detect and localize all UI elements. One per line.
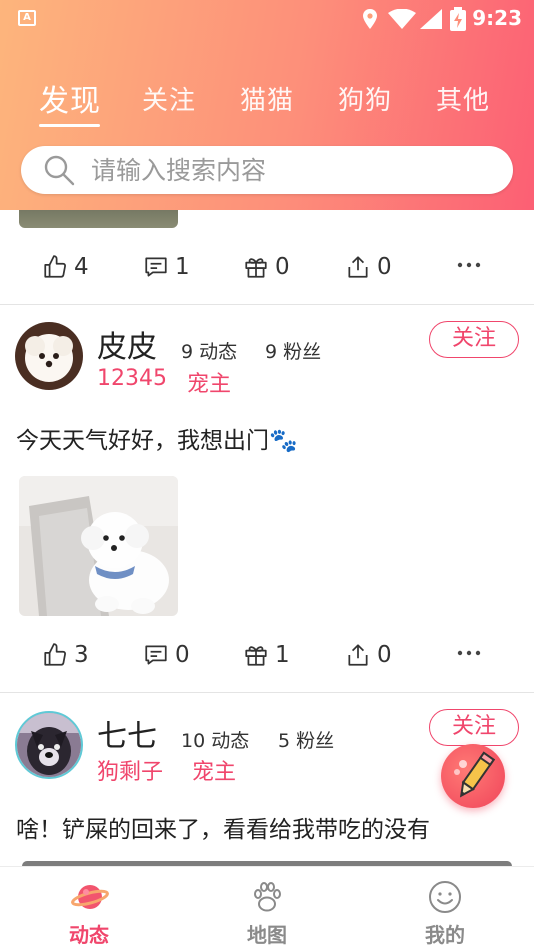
post-divider [0, 692, 534, 693]
nav-label: 动态 [69, 923, 109, 947]
comment-icon [145, 257, 167, 277]
user-name[interactable]: 七七 [97, 711, 157, 755]
wifi-icon [388, 9, 416, 29]
role-tag: 宠主 [192, 760, 237, 785]
share-count: 0 [377, 254, 392, 280]
location-icon [363, 9, 377, 29]
gift-count: 1 [275, 642, 290, 668]
comment-button[interactable]: 0 [143, 635, 190, 675]
like-button[interactable]: 3 [42, 635, 89, 675]
like-count: 4 [74, 254, 89, 280]
signal-icon [420, 9, 442, 29]
gift-icon [245, 258, 267, 278]
smiley-icon [429, 881, 461, 913]
more-dots-icon[interactable] [456, 643, 482, 663]
search-input[interactable] [91, 152, 491, 188]
category-tabs: 发现 关注 猫猫 狗狗 其他 [0, 72, 534, 132]
status-time: 9:23 [472, 6, 522, 30]
posts-stat: 9 动态 [181, 337, 237, 364]
gift-button[interactable]: 1 [243, 635, 290, 675]
thumbs-up-icon [44, 255, 66, 278]
gift-icon [245, 646, 267, 666]
user-tag: 狗剩子 [97, 760, 164, 785]
role-tag: 宠主 [187, 372, 232, 397]
tab-follow[interactable]: 关注 [142, 80, 196, 117]
tab-others[interactable]: 其他 [436, 80, 490, 117]
posts-stat: 10 动态 [181, 726, 249, 753]
posts-count: 9 [181, 341, 194, 363]
paw-icon [254, 882, 281, 912]
nav-item-map[interactable]: 地图 [207, 867, 327, 950]
post-actions: 3 0 1 0 [0, 635, 534, 675]
app-screen: 4 1 0 0 皮皮 9 动态 9 粉丝 12345 宠主 关注 今天天气好好，… [0, 0, 534, 950]
avatar[interactable] [15, 711, 83, 779]
share-icon [348, 644, 368, 666]
like-count: 3 [74, 642, 89, 668]
comment-button[interactable]: 1 [143, 247, 190, 287]
post-text: 啥！铲屎的回来了，看看给我带吃的没有 [16, 817, 430, 843]
planet-icon [71, 885, 109, 909]
status-bar: A 9:23 [0, 0, 534, 38]
follow-button[interactable]: 关注 [429, 709, 519, 746]
gift-count: 0 [275, 254, 290, 280]
thumbs-up-icon [44, 643, 66, 666]
create-post-button[interactable] [441, 744, 505, 808]
like-button[interactable]: 4 [42, 247, 89, 287]
comment-count: 0 [175, 642, 190, 668]
share-button[interactable]: 0 [345, 635, 392, 675]
avatar[interactable] [15, 322, 83, 390]
post-image[interactable] [19, 476, 178, 616]
fans-stat: 5 粉丝 [278, 726, 334, 753]
battery-charging-icon [450, 7, 466, 31]
post-text: 今天天气好好，我想出门🐾 [16, 428, 298, 454]
app-notification-icon: A [18, 10, 36, 26]
comment-count: 1 [175, 254, 190, 280]
search-bar[interactable] [21, 146, 513, 194]
search-icon [44, 155, 75, 186]
user-tag: 12345 [97, 366, 167, 391]
share-button[interactable]: 0 [345, 247, 392, 287]
active-tab-indicator [39, 124, 100, 127]
header: A 9:23 发现 关注 猫猫 狗狗 其他 [0, 0, 534, 210]
tab-dogs[interactable]: 狗狗 [338, 80, 392, 117]
nav-item-feed[interactable]: 动态 [29, 867, 149, 950]
follow-button[interactable]: 关注 [429, 321, 519, 358]
tab-discover[interactable]: 发现 [39, 76, 101, 120]
nav-label: 我的 [425, 923, 465, 947]
posts-label: 动态 [211, 730, 250, 752]
post-divider [0, 304, 534, 305]
nav-label: 地图 [247, 923, 287, 947]
bottom-nav: 动态 地图 我的 [0, 866, 534, 950]
share-count: 0 [377, 642, 392, 668]
fans-label: 粉丝 [296, 730, 335, 752]
more-dots-icon[interactable] [456, 255, 482, 275]
nav-item-profile[interactable]: 我的 [385, 867, 505, 950]
gift-button[interactable]: 0 [243, 247, 290, 287]
share-icon [348, 256, 368, 278]
fans-count: 5 [278, 730, 291, 752]
fans-stat: 9 粉丝 [265, 337, 321, 364]
posts-count: 10 [181, 730, 206, 752]
edit-pencil-icon [454, 751, 496, 798]
user-name[interactable]: 皮皮 [97, 322, 157, 366]
posts-label: 动态 [199, 341, 238, 363]
fans-label: 粉丝 [283, 341, 322, 363]
fans-count: 9 [265, 341, 278, 363]
post-actions: 4 1 0 0 [0, 247, 534, 287]
comment-icon [145, 645, 167, 665]
tab-cats[interactable]: 猫猫 [240, 80, 294, 117]
